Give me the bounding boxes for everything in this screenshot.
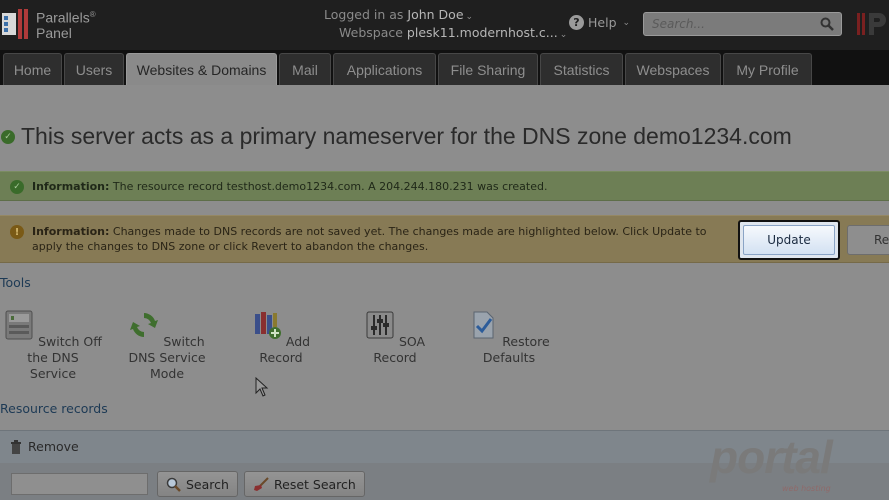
success-check-icon: ✓ <box>10 180 24 194</box>
warning-message-text: Information: Changes made to DNS records… <box>32 224 737 254</box>
warning-text: Changes made to DNS records are not save… <box>32 225 707 253</box>
tab-label: Users <box>75 61 113 78</box>
warning-icon: ! <box>10 225 24 239</box>
user-name: John Doe <box>407 7 464 22</box>
search-button-label: Search <box>186 476 229 492</box>
records-search-input[interactable] <box>11 473 148 495</box>
tab-file-sharing[interactable]: File Sharing <box>438 53 538 85</box>
parallels-panel-logo[interactable]: Parallels® Panel <box>2 7 112 43</box>
portal-watermark: portal web hosting <box>710 430 860 500</box>
watermark-text: portal <box>710 431 833 483</box>
search-icon <box>166 477 181 492</box>
restore-defaults-tool[interactable]: Restore Defaults <box>450 310 568 366</box>
parallels-corner-logo <box>857 13 886 35</box>
tab-applications[interactable]: Applications <box>333 53 436 85</box>
search-icon[interactable] <box>820 17 834 31</box>
tool-label: Switch DNS Service Mode <box>128 334 206 381</box>
help-label: Help <box>588 15 617 30</box>
tab-home[interactable]: Home <box>3 53 62 85</box>
revert-button[interactable]: Re <box>847 225 889 255</box>
tab-label: Home <box>13 61 52 78</box>
tab-label: Statistics <box>553 61 610 78</box>
trash-icon <box>11 439 21 454</box>
success-message-text: Information: The resource record testhos… <box>32 180 547 193</box>
watermark-subtext: web hosting <box>782 484 831 493</box>
sliders-icon <box>366 311 394 339</box>
chevron-down-icon: ⌄ <box>559 30 568 40</box>
logo-text: Parallels® Panel <box>36 7 96 41</box>
tab-webspaces[interactable]: Webspaces <box>625 53 721 85</box>
success-text: The resource record testhost.demo1234.co… <box>112 180 548 193</box>
tab-my-profile[interactable]: My Profile <box>723 53 812 85</box>
tools-heading: Tools <box>0 275 31 290</box>
tab-mail[interactable]: Mail <box>279 53 331 85</box>
server-switch-icon <box>5 310 33 340</box>
tab-label: Webspaces <box>636 61 710 78</box>
chevron-down-icon: ⌄ <box>622 17 631 28</box>
user-menu[interactable]: John Doe ⌄ <box>407 7 473 22</box>
revert-button-label: Re <box>874 233 889 247</box>
tab-label: File Sharing <box>450 61 526 78</box>
reset-search-label: Reset Search <box>274 476 356 492</box>
add-record-tool[interactable]: Add Record <box>232 310 330 366</box>
add-record-icon <box>254 312 281 339</box>
update-button[interactable]: Update <box>738 220 840 260</box>
search-placeholder: Search... <box>652 17 705 31</box>
page-title-row: ✓ This server acts as a primary nameserv… <box>1 123 792 150</box>
update-button-label: Update <box>743 225 835 255</box>
resource-records-heading: Resource records <box>0 401 108 416</box>
broom-icon <box>254 476 269 491</box>
soa-record-tool[interactable]: SOA Record <box>346 310 444 366</box>
webspace-label: Webspace <box>339 25 403 40</box>
logo-line2: Panel <box>36 24 72 41</box>
tools-panel: Switch Off the DNS Service Switch DNS Se… <box>0 310 889 390</box>
logged-in-label: Logged in as <box>324 7 404 22</box>
mouse-cursor-icon <box>255 377 269 397</box>
search-button[interactable]: Search <box>157 471 238 497</box>
reset-search-button[interactable]: Reset Search <box>244 471 365 497</box>
global-search-input[interactable]: Search... <box>643 12 842 36</box>
remove-label: Remove <box>28 439 79 454</box>
help-menu[interactable]: ? Help ⌄ <box>569 15 630 30</box>
success-label: Information: <box>32 180 110 193</box>
logo-registered-mark: ® <box>89 10 96 19</box>
remove-button[interactable]: Remove <box>10 439 79 454</box>
main-nav: Home Users Websites & Domains Mail Appli… <box>0 50 889 85</box>
warning-label: Information: <box>32 225 110 238</box>
top-header: Parallels® Panel Logged in as John Doe ⌄ … <box>0 0 889 50</box>
switch-off-dns-tool[interactable]: Switch Off the DNS Service <box>4 310 102 382</box>
restore-document-icon <box>473 311 494 339</box>
webspace-info: Webspace plesk11.modernhost.c... ⌄ <box>339 25 567 40</box>
tab-websites-domains[interactable]: Websites & Domains <box>126 53 277 85</box>
webspace-selector[interactable]: plesk11.modernhost.c... ⌄ <box>407 25 567 40</box>
logo-line1: Parallels <box>36 9 90 26</box>
tab-label: Mail <box>292 61 318 78</box>
success-message: ✓ Information: The resource record testh… <box>0 171 889 201</box>
help-icon: ? <box>569 15 584 30</box>
logged-in-info: Logged in as John Doe ⌄ <box>324 7 473 22</box>
tool-label: Switch Off the DNS Service <box>27 334 102 381</box>
tab-label: Websites & Domains <box>136 61 267 78</box>
webspace-value: plesk11.modernhost.c... <box>406 25 558 40</box>
refresh-arrows-icon <box>130 313 159 337</box>
page-title: This server acts as a primary nameserver… <box>21 123 792 149</box>
chevron-down-icon: ⌄ <box>465 12 474 22</box>
tab-label: Applications <box>346 61 423 78</box>
status-ok-icon: ✓ <box>1 129 15 144</box>
tab-label: My Profile <box>736 61 799 78</box>
switch-dns-mode-tool[interactable]: Switch DNS Service Mode <box>118 310 216 382</box>
parallels-logo-icon <box>2 9 28 39</box>
tab-users[interactable]: Users <box>64 53 124 85</box>
tab-statistics[interactable]: Statistics <box>540 53 623 85</box>
